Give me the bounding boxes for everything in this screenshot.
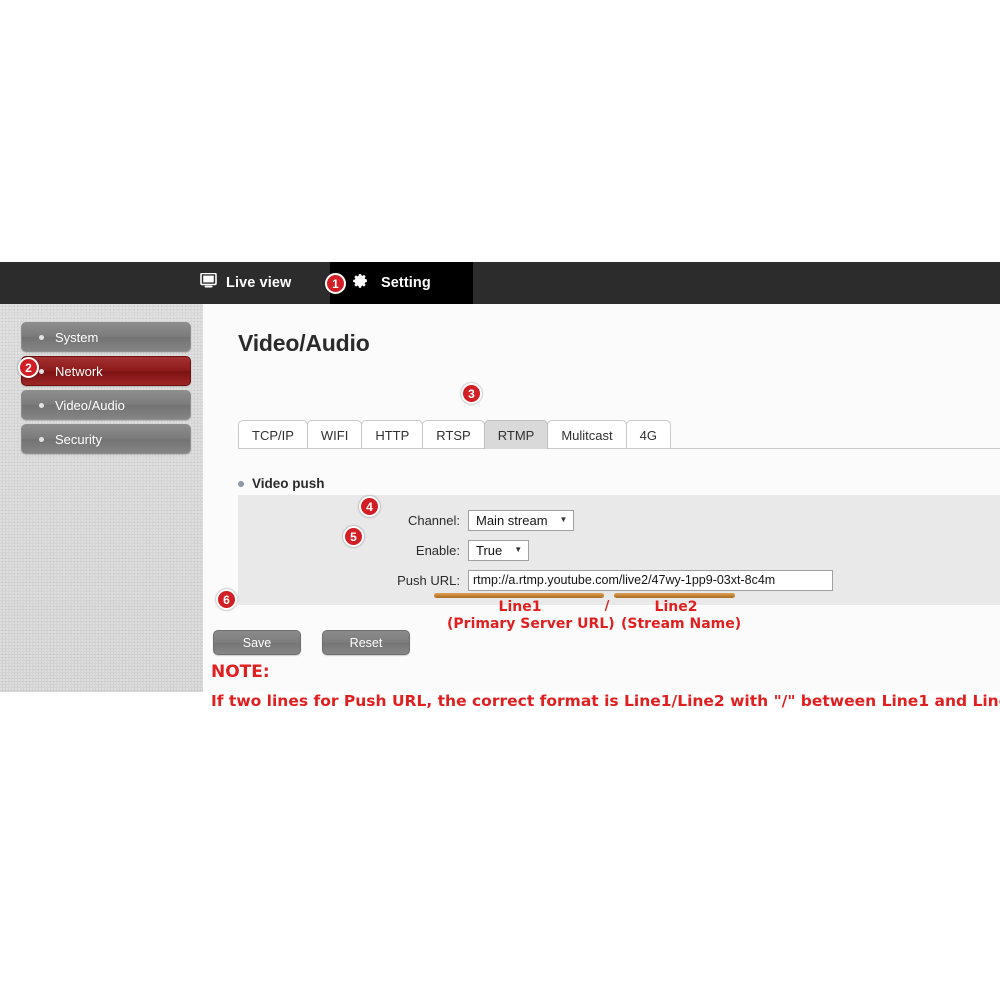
underline-line1 (434, 593, 604, 598)
tab-label: RTSP (436, 427, 471, 443)
form-row-enable: Enable: True ▼ (238, 537, 530, 563)
push-url-label: Push URL: (397, 572, 460, 588)
top-navbar: Live view Setting (0, 262, 1000, 304)
save-button-label: Save (242, 635, 272, 650)
gear-icon (352, 272, 369, 294)
sidebar-item-video-audio[interactable]: Video/Audio (21, 390, 191, 420)
note-heading: NOTE: (211, 662, 270, 682)
sidebar-item-label: Security (55, 431, 102, 447)
nav-item-live-view[interactable]: Live view (200, 262, 291, 304)
annotation-separator: / (604, 599, 610, 614)
annotation-line1: Line1 (Primary Server URL) (447, 599, 615, 633)
underline-line2 (614, 593, 735, 598)
monitor-icon (200, 272, 217, 293)
reset-button-label: Reset (349, 635, 383, 650)
video-push-form: Channel: Main stream ▼ Enable: True ▼ Pu… (238, 495, 1000, 605)
push-url-input[interactable] (468, 569, 833, 591)
annotation-line1-title: Line1 (498, 599, 542, 615)
tab-mulitcast[interactable]: Mulitcast (547, 420, 627, 449)
annotation-line2: Line2 (Stream Name) (621, 599, 741, 633)
tab-label: WIFI (320, 427, 349, 443)
camera-web-ui: Live view Setting 1 System Network Video… (0, 262, 1000, 710)
tab-label: TCP/IP (252, 427, 294, 443)
channel-selected-value: Main stream (476, 512, 548, 528)
section-title: Video push (252, 476, 325, 491)
tab-bar-divider (238, 448, 1000, 449)
bullet-icon (39, 402, 44, 408)
save-button[interactable]: Save (213, 630, 301, 655)
callout-marker-3: 3 (461, 383, 482, 404)
tab-label: RTMP (497, 427, 535, 443)
callout-marker-1: 1 (325, 273, 346, 294)
annotation-line1-sub: (Primary Server URL) (447, 616, 615, 633)
tab-tcpip[interactable]: TCP/IP (238, 420, 308, 449)
chevron-down-icon: ▼ (559, 515, 568, 524)
sidebar-item-network[interactable]: Network (21, 356, 191, 386)
annotation-line2-title: Line2 (654, 599, 698, 615)
bullet-icon (238, 480, 244, 487)
page-title: Video/Audio (238, 330, 370, 356)
reset-button[interactable]: Reset (322, 630, 410, 655)
tab-4g[interactable]: 4G (625, 420, 671, 449)
main-content: Video/Audio TCP/IP WIFI HTTP RTSP RTMP M… (203, 304, 1000, 710)
channel-select[interactable]: Main stream ▼ (468, 509, 575, 531)
callout-marker-6: 6 (216, 589, 237, 610)
tab-rtsp[interactable]: RTSP (422, 420, 485, 449)
nav-setting-label: Setting (381, 275, 431, 291)
callout-marker-4: 4 (359, 496, 380, 517)
callout-marker-2: 2 (18, 357, 39, 378)
nav-item-setting[interactable]: Setting (330, 262, 473, 304)
tab-label: Mulitcast (561, 427, 613, 443)
annotation-line2-sub: (Stream Name) (621, 616, 742, 633)
section-header-video-push: Video push (238, 476, 325, 491)
bullet-icon (39, 436, 44, 442)
nav-live-view-label: Live view (226, 275, 292, 291)
form-row-push-url: Push URL: (238, 567, 833, 593)
tab-label: HTTP (375, 427, 410, 443)
tab-rtmp[interactable]: RTMP (483, 420, 549, 449)
note-body: If two lines for Push URL, the correct f… (211, 692, 1000, 710)
tab-wifi[interactable]: WIFI (306, 420, 363, 449)
bullet-icon (39, 368, 44, 374)
sidebar-item-label: System (55, 329, 99, 345)
enable-select[interactable]: True ▼ (468, 539, 530, 561)
form-row-channel: Channel: Main stream ▼ (238, 507, 575, 533)
chevron-down-icon: ▼ (514, 545, 523, 554)
tab-label: 4G (639, 427, 657, 443)
tab-bar: TCP/IP WIFI HTTP RTSP RTMP Mulitcast 4G (238, 420, 671, 449)
sidebar-item-label: Network (55, 363, 103, 379)
callout-marker-5: 5 (343, 526, 364, 547)
sidebar-item-security[interactable]: Security (21, 424, 191, 454)
enable-selected-value: True (476, 542, 503, 558)
sidebar-item-system[interactable]: System (21, 322, 191, 352)
tab-http[interactable]: HTTP (361, 420, 424, 449)
bullet-icon (39, 334, 44, 340)
sidebar-item-label: Video/Audio (55, 397, 125, 413)
